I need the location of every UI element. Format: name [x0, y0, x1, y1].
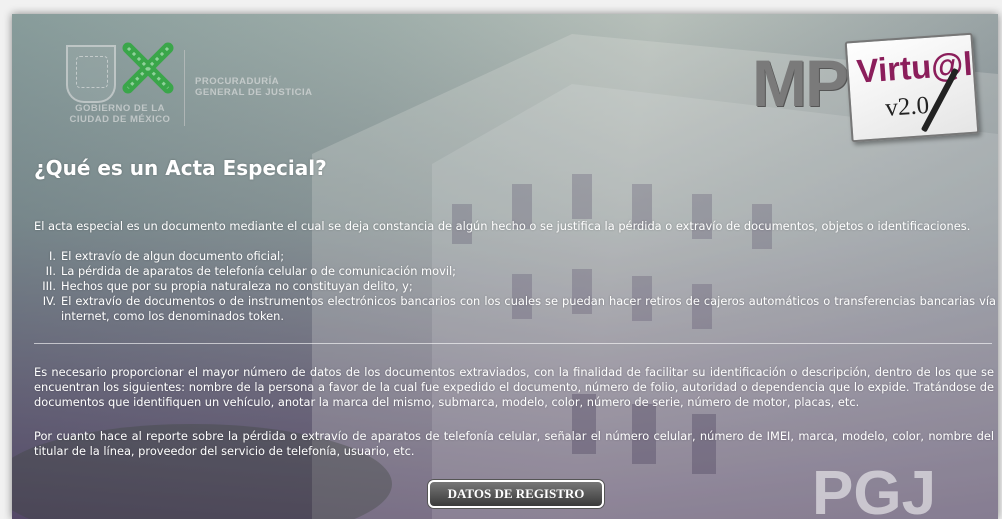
mp-virtual-logo-mp: MP — [752, 46, 849, 120]
cdmx-shield-logo-icon — [66, 45, 116, 103]
intro-text: El acta especial es un documento mediant… — [34, 219, 971, 233]
procuraduria-text: PROCURADURÍA GENERAL DE JUSTICIA — [195, 76, 313, 98]
mp-virtual-logo-board: Virtu@l v2.0 — [844, 32, 980, 143]
mp-virtual-logo-virtual: Virtu@l — [855, 44, 974, 90]
list-item-text: El extravío de algun documento oficial; — [61, 249, 285, 263]
list-item: IV. El extravío de documentos o de instru… — [34, 294, 996, 324]
mp-virtual-logo-version: v2.0 — [884, 91, 930, 122]
page-title: ¿Qué es un Acta Especial? — [34, 156, 327, 180]
list-item-number: II. — [45, 264, 56, 278]
list-item: I. El extravío de algun documento oficial… — [34, 249, 996, 264]
list-item-number: I. — [49, 249, 56, 263]
list-item: II. La pérdida de aparatos de telefonía c… — [34, 264, 996, 279]
cdmx-emblem-logo-icon — [122, 42, 174, 94]
list-item-text: El extravío de documentos o de instrumen… — [61, 294, 996, 323]
list-item: III. Hechos que por su propia naturaleza … — [34, 279, 996, 294]
building-sign-text: PGJ — [812, 459, 936, 519]
gobierno-line-2: CIUDAD DE MÉXICO — [69, 114, 171, 125]
gobierno-line-1: GOBIERNO DE LA — [75, 103, 165, 114]
acta-types-list: I. El extravío de algun documento oficial… — [34, 249, 996, 324]
header: GOBIERNO DE LA CIUDAD DE MÉXICO PROCURAD… — [12, 14, 998, 144]
section-divider — [34, 343, 992, 344]
datos-de-registro-button[interactable]: DATOS DE REGISTRO — [428, 480, 604, 508]
documents-info-paragraph: Es necesario proporcionar el mayor númer… — [34, 365, 994, 409]
list-item-text: Hechos que por su propia naturaleza no c… — [61, 279, 413, 293]
list-item-number: IV. — [42, 294, 56, 308]
procuraduria-line-1: PROCURADURÍA — [195, 76, 280, 87]
list-item-text: La pérdida de aparatos de telefonía celu… — [61, 264, 457, 278]
procuraduria-line-2: GENERAL DE JUSTICIA — [195, 87, 313, 98]
list-item-number: III. — [42, 279, 56, 293]
page-frame: PGJ GOBIERNO DE LA CIUDAD DE MÉXICO PROC… — [12, 14, 998, 519]
gobierno-text: GOBIERNO DE LA CIUDAD DE MÉXICO — [62, 103, 178, 125]
cellphone-info-paragraph: Por cuanto hace al reporte sobre la pérd… — [34, 429, 994, 458]
logo-divider — [184, 50, 185, 126]
